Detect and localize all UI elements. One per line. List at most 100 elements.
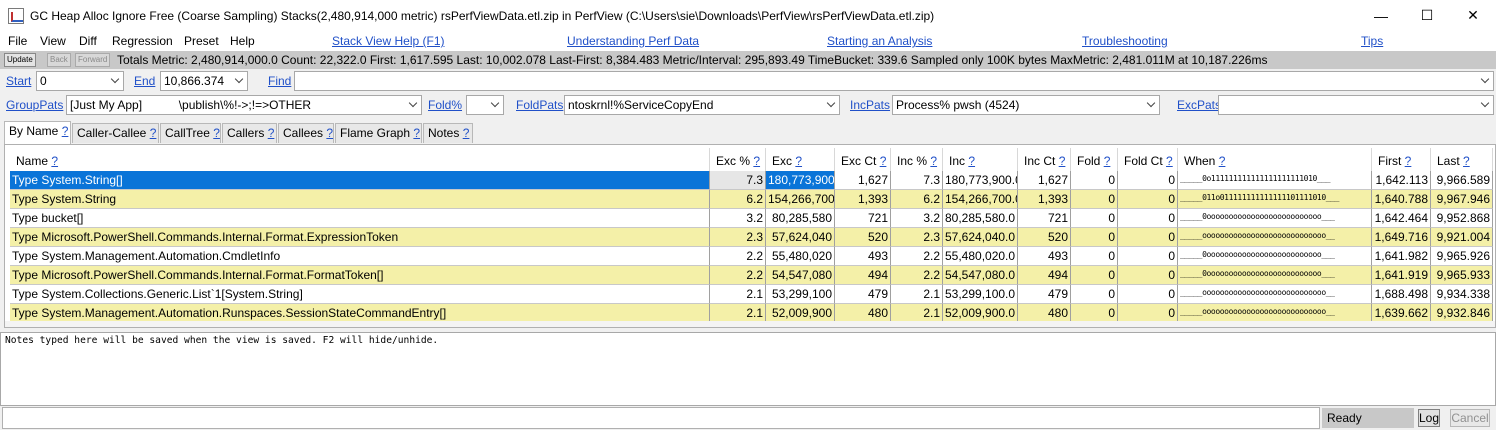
incpats-label[interactable]: IncPats <box>850 98 890 112</box>
cell-inc-ct: 479 <box>1018 285 1071 304</box>
help-link[interactable]: ? <box>880 154 887 168</box>
cell-when: _____0oooooooooooooooooooooooooo___ <box>1178 209 1372 228</box>
cancel-button[interactable]: Cancel <box>1450 409 1490 427</box>
incpats-combo[interactable]: Process% pwsh (4524) <box>892 95 1160 115</box>
cell-inc: 55,480,020.0 <box>943 247 1018 266</box>
cell-first: 1,688.498 <box>1372 285 1431 304</box>
table-row[interactable]: Type System.Management.Automation.Cmdlet… <box>10 247 1493 266</box>
link-understanding-perf-data[interactable]: Understanding Perf Data <box>567 34 699 48</box>
help-link[interactable]: ? <box>1059 154 1066 168</box>
start-combo[interactable]: 0 <box>36 71 124 91</box>
end-combo[interactable]: 10,866.374 <box>160 71 248 91</box>
tab-notes[interactable]: Notes ? <box>423 123 473 143</box>
help-link[interactable]: ? <box>1405 154 1412 168</box>
help-link[interactable]: ? <box>1166 154 1173 168</box>
cell-inc: 154,266,700.0 <box>943 190 1018 209</box>
excpats-label[interactable]: ExcPats <box>1177 98 1221 112</box>
table-row[interactable]: Type Microsoft.PowerShell.Commands.Inter… <box>10 266 1493 285</box>
cell-fold: 0 <box>1071 171 1118 190</box>
link-tips[interactable]: Tips <box>1361 34 1383 48</box>
tab-by-name[interactable]: By Name ? <box>4 121 71 145</box>
help-link[interactable]: ? <box>1219 154 1226 168</box>
help-link[interactable]: ? <box>62 124 69 138</box>
forward-button[interactable]: Forward <box>75 53 111 67</box>
link-stack-view-help[interactable]: Stack View Help (F1) <box>332 34 444 48</box>
cell-name[interactable]: Type Microsoft.PowerShell.Commands.Inter… <box>10 266 710 285</box>
link-starting-an-analysis[interactable]: Starting an Analysis <box>827 34 932 48</box>
tab-calltree[interactable]: CallTree ? <box>160 123 221 143</box>
tab-callers[interactable]: Callers ? <box>222 123 277 143</box>
menu-diff[interactable]: Diff <box>79 34 97 48</box>
menu-bar: File View Diff Regression Preset Help St… <box>0 31 1496 51</box>
cell-name[interactable]: Type bucket[] <box>10 209 710 228</box>
cell-fold: 0 <box>1071 247 1118 266</box>
command-input[interactable] <box>2 407 1320 429</box>
help-link[interactable]: ? <box>150 126 157 140</box>
tab-callees[interactable]: Callees ? <box>278 123 334 143</box>
help-link[interactable]: ? <box>413 126 420 140</box>
cell-exc-pct: 6.2 <box>710 190 766 209</box>
grid-horizontal-scrollbar[interactable] <box>5 321 1495 327</box>
table-row[interactable]: Type bucket[] 3.2 80,285,580 721 3.2 80,285,5… <box>10 209 1493 228</box>
cell-name[interactable]: Type System.Management.Automation.Cmdlet… <box>10 247 710 266</box>
table-row[interactable]: Type System.String[] 7.3 180,773,900 1,627 7… <box>10 171 1493 190</box>
help-link[interactable]: ? <box>930 154 937 168</box>
update-button[interactable]: Update <box>4 53 36 67</box>
help-link[interactable]: ? <box>326 126 333 140</box>
back-button[interactable]: Back <box>47 53 71 67</box>
menu-file[interactable]: File <box>8 34 27 48</box>
header-label: Name <box>16 154 49 168</box>
table-row[interactable]: Type System.Collections.Generic.List`1[S… <box>10 285 1493 304</box>
menu-help[interactable]: Help <box>230 34 255 48</box>
cell-first: 1,641.982 <box>1372 247 1431 266</box>
cell-fold-ct: 0 <box>1118 171 1178 190</box>
link-troubleshooting[interactable]: Troubleshooting <box>1082 34 1168 48</box>
menu-regression[interactable]: Regression <box>112 34 173 48</box>
cell-exc: 57,624,040 <box>766 228 835 247</box>
fold-percent-combo[interactable] <box>466 95 504 115</box>
grouppats-combo[interactable]: [Just My App] \publish\%!->;!=>OTHER <box>66 95 422 115</box>
tab-flame-graph[interactable]: Flame Graph ? <box>335 123 422 143</box>
help-link[interactable]: ? <box>753 154 760 168</box>
grouppats-label[interactable]: GroupPats <box>6 98 63 112</box>
find-combo[interactable] <box>294 71 1494 91</box>
cell-name[interactable]: Type Microsoft.PowerShell.Commands.Inter… <box>10 228 710 247</box>
excpats-combo[interactable] <box>1218 95 1494 115</box>
cell-name[interactable]: Type System.String[] <box>10 171 710 190</box>
cell-name[interactable]: Type System.String <box>10 190 710 209</box>
maximize-button[interactable]: ☐ <box>1404 0 1450 31</box>
header-label: Inc <box>949 154 966 168</box>
help-link[interactable]: ? <box>268 126 275 140</box>
cell-fold-ct: 0 <box>1118 209 1178 228</box>
end-label[interactable]: End <box>134 74 155 88</box>
close-button[interactable]: ✕ <box>1450 0 1496 31</box>
help-link[interactable]: ? <box>463 126 470 140</box>
cell-name[interactable]: Type System.Collections.Generic.List`1[S… <box>10 285 710 304</box>
tab-caller-callee[interactable]: Caller-Callee ? <box>72 123 159 143</box>
help-link[interactable]: ? <box>968 154 975 168</box>
table-row[interactable]: Type System.String 6.2 154,266,700 1,393 6.2… <box>10 190 1493 209</box>
tab-label: Callees <box>283 126 324 140</box>
notes-pane[interactable]: Notes typed here will be saved when the … <box>0 332 1496 406</box>
window-title: GC Heap Alloc Ignore Free (Coarse Sampli… <box>30 8 935 23</box>
minimize-button[interactable]: — <box>1358 0 1404 31</box>
cell-inc-pct: 2.1 <box>891 285 943 304</box>
cell-exc: 53,299,100 <box>766 285 835 304</box>
menu-view[interactable]: View <box>40 34 66 48</box>
help-link[interactable]: ? <box>1463 154 1470 168</box>
help-link[interactable]: ? <box>213 126 220 140</box>
log-button[interactable]: Log <box>1418 409 1440 427</box>
fold-percent-label[interactable]: Fold% <box>428 98 462 112</box>
cell-exc-ct: 493 <box>835 247 891 266</box>
start-label[interactable]: Start <box>6 74 31 88</box>
cell-last: 9,921.004 <box>1431 228 1493 247</box>
help-link[interactable]: ? <box>51 154 58 168</box>
menu-preset[interactable]: Preset <box>184 34 219 48</box>
table-row[interactable]: Type Microsoft.PowerShell.Commands.Inter… <box>10 228 1493 247</box>
foldpats-combo[interactable]: ntoskrnl!%ServiceCopyEnd <box>564 95 840 115</box>
foldpats-label[interactable]: FoldPats <box>516 98 563 112</box>
find-label[interactable]: Find <box>268 74 291 88</box>
foldpats-value: ntoskrnl!%ServiceCopyEnd <box>568 98 714 112</box>
help-link[interactable]: ? <box>795 154 802 168</box>
help-link[interactable]: ? <box>1104 154 1111 168</box>
